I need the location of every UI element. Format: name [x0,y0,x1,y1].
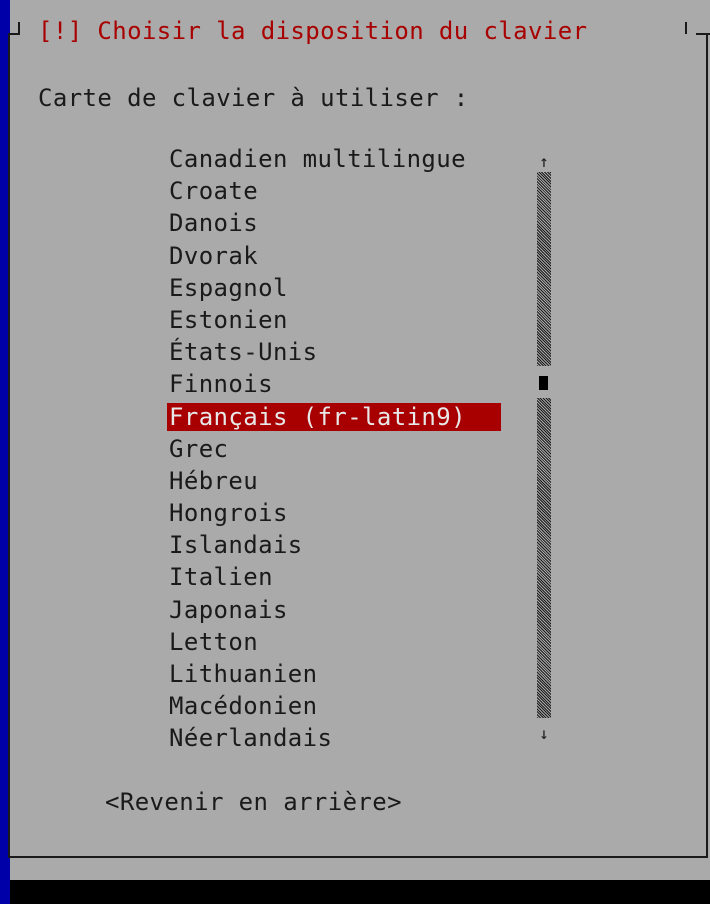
list-item-label: Français (fr-latin9) [167,402,501,431]
list-item-label: Espagnol [169,273,288,302]
scroll-track-lower[interactable] [537,398,551,718]
list-item-label: États-Unis [169,338,318,367]
list-item-label: Estonien [169,305,288,334]
list-scrollbar[interactable]: ↑ ↓ [534,152,554,744]
title-tick-left [18,22,20,34]
scroll-thumb[interactable] [539,376,548,390]
list-item-label: Danois [169,209,259,238]
list-item-selected[interactable]: Français (fr-latin9) [167,401,507,433]
list-item-label: Italien [169,563,273,592]
dialog-border-right [706,33,708,858]
installer-screen: [!] Choisir la disposition du clavier Ca… [0,0,710,904]
list-item-label: Islandais [169,531,303,560]
list-item-label: Japonais [169,595,288,624]
keyboard-layout-dialog: [!] Choisir la disposition du clavier Ca… [8,0,710,880]
scroll-track-upper[interactable] [537,172,551,366]
list-item-label: Macédonien [169,692,318,721]
list-item[interactable]: Lithuanien [167,658,507,690]
list-item[interactable]: Hébreu [167,465,507,497]
dialog-border-left [8,33,10,858]
list-item-label: Néerlandais [169,724,333,753]
list-item-label: Canadien multilingue [169,145,466,173]
list-item-label: Dvorak [169,241,259,270]
scroll-up-arrow-icon[interactable]: ↑ [534,152,554,172]
scroll-down-arrow-icon[interactable]: ↓ [534,724,554,744]
title-tick-right [685,22,687,34]
keymap-list[interactable]: Canadien multilingue Croate Danois Dvorak Es… [167,143,507,755]
list-item[interactable]: Islandais [167,529,507,561]
list-item-label: Hébreu [169,466,259,495]
list-item[interactable]: Japonais [167,594,507,626]
dialog-border-bottom [8,856,708,858]
list-item[interactable]: Letton [167,626,507,658]
keymap-prompt: Carte de clavier à utiliser : [38,84,469,112]
list-item[interactable]: Néerlandais [167,722,507,754]
list-item-label: Hongrois [169,499,288,528]
list-item[interactable]: Dvorak [167,240,507,272]
list-item[interactable]: Danois [167,207,507,239]
go-back-button[interactable]: <Revenir en arrière> [105,787,402,817]
list-item[interactable]: Estonien [167,304,507,336]
list-item-label: Grec [169,434,229,463]
list-item[interactable]: États-Unis [167,336,507,368]
list-item-label: Croate [169,177,259,206]
list-item[interactable]: Canadien multilingue [167,143,507,175]
list-item-label: Finnois [169,370,273,399]
list-item[interactable]: Grec [167,433,507,465]
list-item-label: Letton [169,627,259,656]
list-item[interactable]: Croate [167,175,507,207]
list-item[interactable]: Hongrois [167,497,507,529]
list-item[interactable]: Finnois [167,368,507,400]
list-item[interactable]: Macédonien [167,690,507,722]
dialog-title: [!] Choisir la disposition du clavier [30,16,596,46]
list-item-label: Lithuanien [169,660,318,688]
list-item[interactable]: Espagnol [167,272,507,304]
status-bar [10,880,710,904]
list-item[interactable]: Italien [167,561,507,593]
